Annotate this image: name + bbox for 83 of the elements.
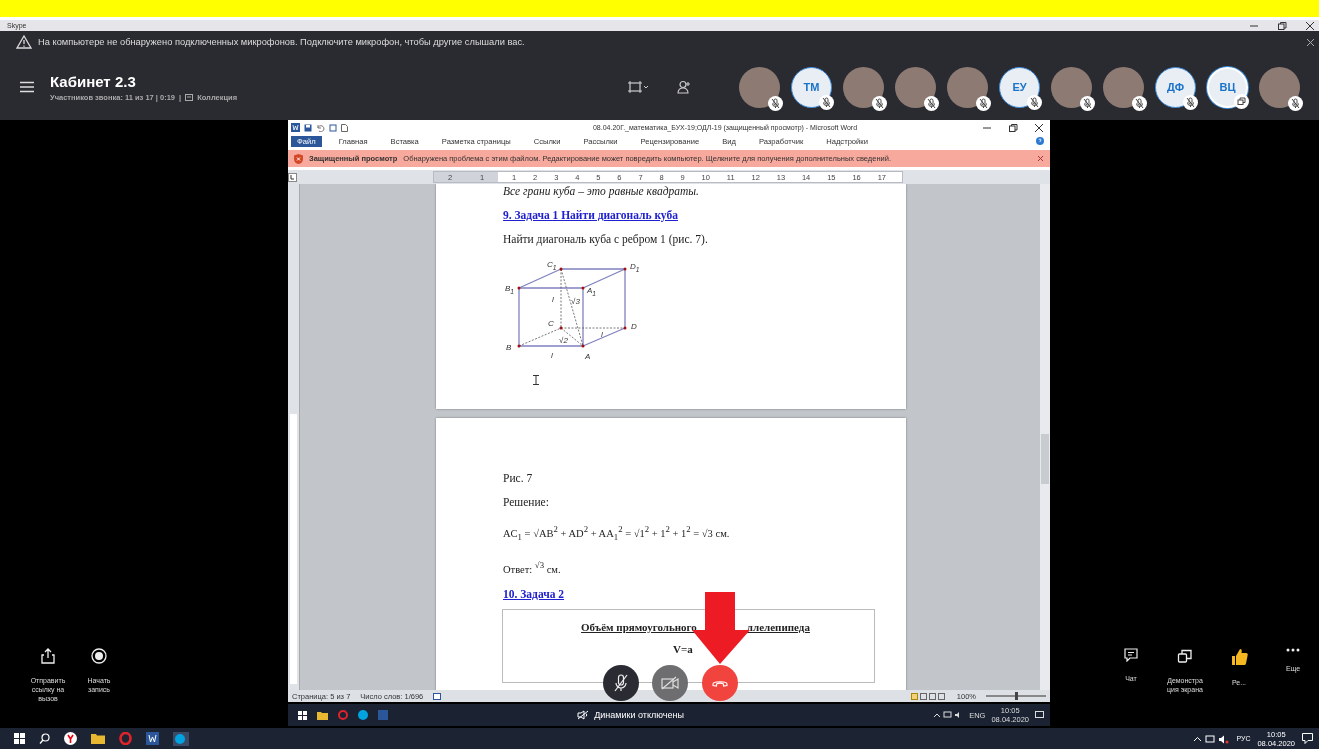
figure-label: C$_{1}$: [547, 260, 557, 272]
avatar[interactable]: ВЦ: [1207, 66, 1248, 108]
avatar[interactable]: [739, 66, 780, 108]
warning-icon: [16, 35, 32, 49]
avatar[interactable]: [1103, 66, 1144, 108]
help-icon[interactable]: [1036, 137, 1044, 145]
print-preview-icon[interactable]: [329, 123, 337, 132]
add-person-icon[interactable]: [677, 80, 691, 94]
tray-icons[interactable]: [1193, 733, 1230, 744]
figure-label: B: [506, 343, 512, 352]
heading-link[interactable]: 9. Задача 1 Найти диагональ куба: [503, 209, 678, 221]
yandex-browser-icon[interactable]: [64, 732, 77, 745]
tab-stop-icon[interactable]: [288, 172, 297, 182]
figure-label: D: [631, 322, 637, 331]
thumbs-up-icon: [1230, 648, 1248, 666]
camera-off-icon: [661, 676, 679, 690]
windows-logo-icon[interactable]: [298, 710, 307, 720]
record-icon: [91, 648, 107, 664]
word-icon[interactable]: [146, 732, 159, 745]
skype-icon[interactable]: [358, 710, 368, 720]
paragraph: Решение:: [503, 495, 550, 509]
figure-label: √3: [571, 297, 580, 306]
avatar[interactable]: ЕУ: [999, 66, 1040, 108]
box-heading: Объём прямоугольного: [581, 620, 697, 635]
folder-icon[interactable]: [91, 733, 105, 744]
notification-icon[interactable]: [1035, 711, 1044, 719]
avatar[interactable]: [895, 66, 936, 108]
paragraph: Найти диагональ куба с ребром 1 (рис. 7).: [503, 232, 709, 246]
screen-share-icon: [1177, 648, 1193, 664]
zoom-slider-thumb[interactable]: [1014, 692, 1018, 700]
paragraph: Все грани куба – это равные квадраты.: [503, 184, 700, 198]
call-title: Кабинет 2.3: [50, 72, 137, 90]
opera-icon[interactable]: [338, 710, 348, 720]
restore-icon[interactable]: [1277, 20, 1287, 31]
avatar[interactable]: ТМ: [791, 66, 832, 108]
figure-label: B$_{1}$: [505, 284, 515, 296]
figure-label: l: [601, 330, 603, 339]
text-cursor-icon: [533, 375, 539, 385]
figure-label: l: [551, 351, 553, 360]
view-modes-icon[interactable]: [910, 692, 947, 700]
chat-icon: [1124, 648, 1138, 662]
speakers-notice: Динамики отключены: [594, 710, 684, 720]
figure-label: C: [548, 319, 554, 328]
menu-icon[interactable]: [20, 81, 34, 93]
avatar[interactable]: [947, 66, 988, 108]
phone-icon: [712, 679, 728, 687]
restore-icon[interactable]: [1008, 122, 1018, 133]
opera-icon[interactable]: [119, 732, 132, 745]
close-icon[interactable]: [1306, 37, 1315, 47]
crop-layout-icon[interactable]: [627, 80, 649, 94]
warning-message: На компьютере не обнаружено подключенных микрофонов. Подключите микрофон, чтобы другие слышали вас.: [38, 37, 525, 47]
heading-link[interactable]: 10. Задача 2: [503, 588, 565, 601]
close-icon[interactable]: [1034, 122, 1044, 133]
figure-label: √2: [559, 336, 568, 345]
speaker-muted-icon: [577, 710, 590, 720]
paragraph: Рис. 7: [503, 471, 534, 485]
share-icon: [41, 648, 55, 664]
gallery-icon: [185, 93, 194, 101]
search-icon[interactable]: [39, 733, 50, 744]
close-icon[interactable]: [1305, 20, 1315, 31]
muted-microphone-icon: [613, 674, 629, 692]
folder-icon[interactable]: [317, 710, 328, 720]
figure-label: D$_{1}$: [630, 262, 640, 274]
avatar[interactable]: [1259, 66, 1300, 108]
figure-label: l: [552, 295, 554, 304]
figure-label: A$_{1}$: [587, 286, 597, 298]
shield-icon: [294, 153, 303, 164]
document-icon[interactable]: [341, 123, 348, 132]
avatar[interactable]: [843, 66, 884, 108]
save-icon[interactable]: [304, 123, 312, 132]
word-logo-icon: [291, 123, 300, 132]
formula: AC$_{1}$ = √AB$^{2}$ + AD$^{2}$ + AA$_{1}$$^{2}$ = √1$^{2}$ + 1$^{2}$ + 1$^{2}$ = √3 см.: [503, 523, 731, 544]
windows-logo-icon[interactable]: [14, 733, 25, 744]
more-icon: [1286, 648, 1300, 652]
box-heading: ллелепипеда: [746, 620, 810, 635]
formula: Ответ: $^{√3}$ см.: [503, 558, 562, 577]
avatar[interactable]: ДФ: [1155, 66, 1196, 108]
undo-icon[interactable]: [316, 123, 325, 132]
spellcheck-icon[interactable]: [433, 692, 442, 700]
skype-icon[interactable]: [173, 731, 189, 746]
avatar[interactable]: [1051, 66, 1092, 108]
figure-label: A: [585, 352, 591, 361]
formula: V=a: [673, 643, 693, 656]
